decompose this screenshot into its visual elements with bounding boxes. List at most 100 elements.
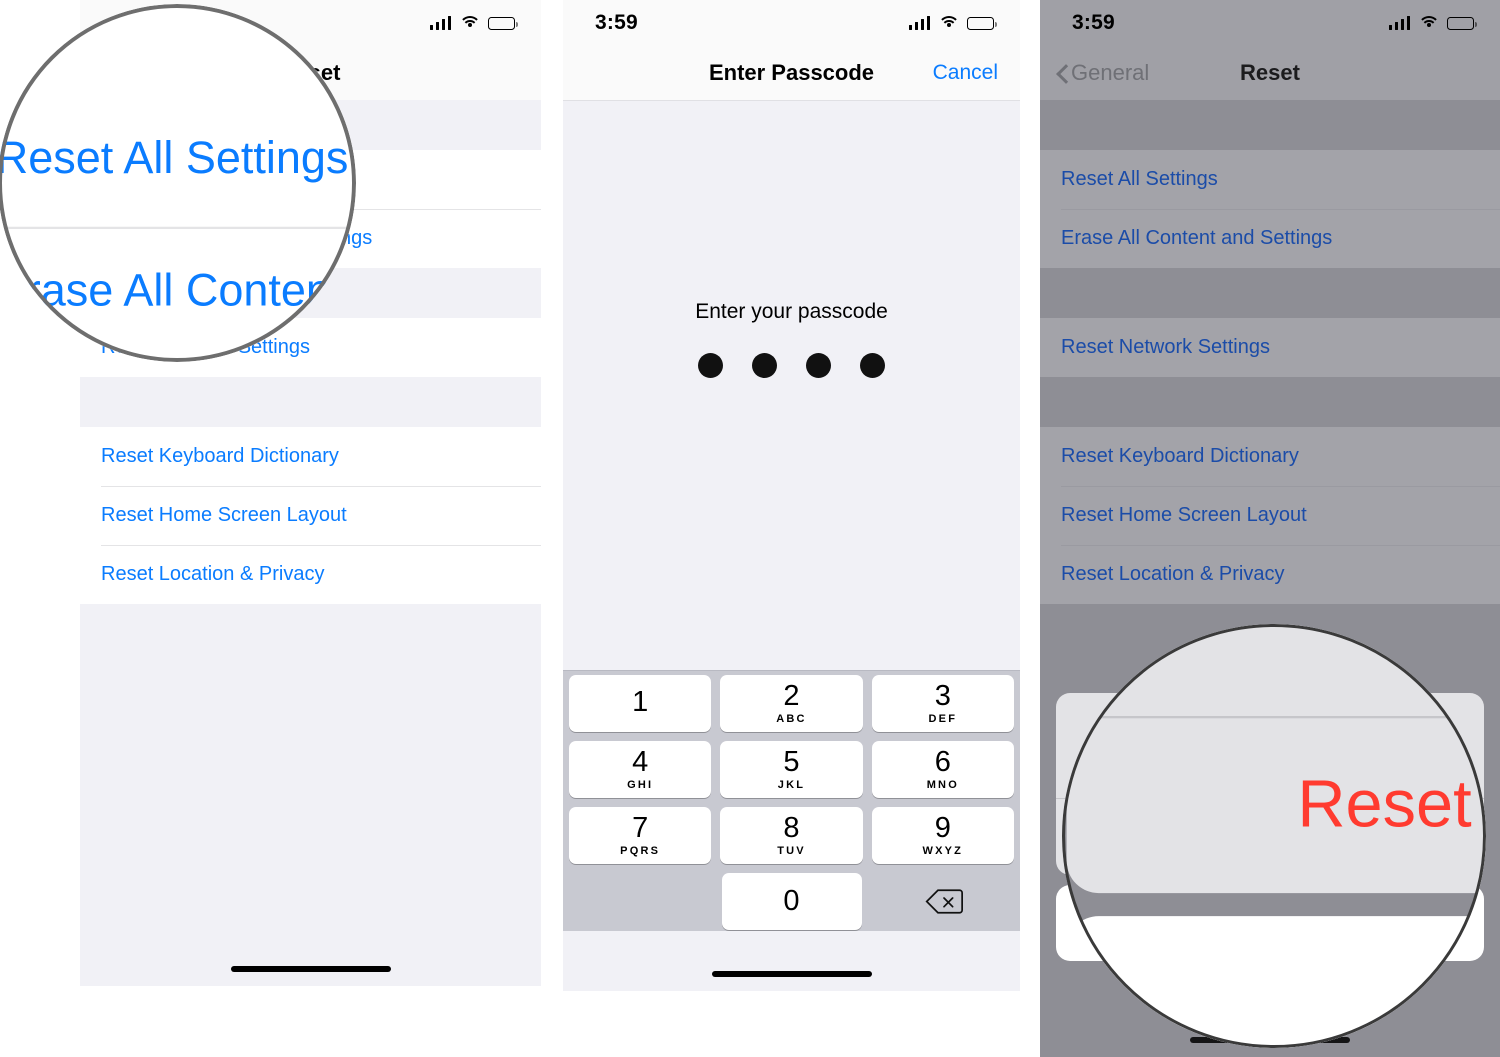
row-reset-all-settings[interactable]: Reset All Settings	[1040, 150, 1500, 209]
battery-icon	[488, 16, 518, 30]
back-label: General	[1071, 60, 1150, 85]
key-letters: WXYZ	[922, 845, 964, 857]
wifi-icon	[458, 16, 481, 30]
keypad-row: 0	[569, 873, 1014, 930]
numeric-keypad: 1 2 ABC 3 DEF 4 GHI 5 JKL 6 MNO 7 PQRS 8…	[563, 670, 1020, 931]
key-7[interactable]: 7 PQRS	[569, 807, 712, 864]
key-letters: JKL	[777, 779, 806, 791]
keypad-row: 1 2 ABC 3 DEF	[569, 675, 1014, 732]
list-group-3: Reset Keyboard Dictionary Reset Home Scr…	[80, 427, 541, 604]
row-reset-all-settings[interactable]: Reset All Settings	[0, 94, 356, 227]
status-icons	[429, 16, 518, 30]
status-time: 3:59	[1072, 11, 1115, 34]
key-letters: MNO	[926, 779, 959, 791]
list-gap	[1040, 268, 1500, 318]
row-erase-all-content[interactable]: Erase All Content and Settings	[0, 226, 356, 360]
list-group-1: Reset All Settings Erase All Content and…	[1040, 150, 1500, 268]
magnifier-lens-content: 3:59 General Reset Reset All Settings Er…	[1062, 624, 1486, 1048]
key-3[interactable]: 3 DEF	[871, 675, 1014, 732]
wifi-icon	[937, 16, 960, 30]
passcode-dot	[698, 353, 723, 378]
key-number: 0	[783, 885, 800, 917]
row-reset-home-screen-layout[interactable]: Reset Home Screen Layout	[80, 486, 541, 545]
cellular-signal-icon	[1388, 16, 1410, 30]
passcode-dots	[563, 353, 1020, 378]
key-number: 5	[783, 746, 800, 778]
reset-all-settings-destructive-button[interactable]: Reset All Settings	[1067, 718, 1486, 893]
wifi-icon	[1417, 16, 1440, 30]
passcode-prompt: Enter your passcode	[695, 300, 888, 323]
cellular-signal-icon	[908, 16, 930, 30]
page-title: Reset	[1240, 60, 1300, 85]
battery-icon	[1447, 16, 1477, 30]
status-icons	[1388, 16, 1477, 30]
key-2[interactable]: 2 ABC	[720, 675, 863, 732]
cancel-button[interactable]: Cancel	[1066, 916, 1486, 1048]
passcode-entry-area: Enter your passcode	[563, 101, 1020, 730]
key-number: 4	[632, 746, 649, 778]
key-number: 1	[632, 686, 649, 718]
magnifier-bottom-right: 3:59 General Reset Reset All Settings Er…	[1062, 624, 1486, 1048]
action-sheet: This will reset all settings and your Ap…	[1066, 624, 1486, 1048]
page-title: Enter Passcode	[708, 60, 875, 85]
list-gap	[80, 377, 541, 427]
row-reset-keyboard-dictionary[interactable]: Reset Keyboard Dictionary	[1040, 427, 1500, 486]
key-1[interactable]: 1	[569, 675, 712, 732]
key-8[interactable]: 8 TUV	[720, 807, 863, 864]
chevron-left-icon	[1056, 64, 1067, 82]
screenshot-canvas: General Reset Reset All Settings Erase A…	[0, 0, 1500, 1057]
list-gap	[0, 4, 356, 94]
list-gap	[1040, 377, 1500, 427]
action-sheet-message: This will reset all settings and your Ap…	[1067, 624, 1486, 716]
row-reset-location-privacy[interactable]: Reset Location & Privacy	[80, 545, 541, 604]
battery-icon	[967, 16, 997, 30]
row-reset-keyboard-dictionary[interactable]: Reset Keyboard Dictionary	[80, 427, 541, 486]
key-number: 2	[783, 680, 800, 712]
key-4[interactable]: 4 GHI	[569, 741, 712, 798]
row-reset-network-settings[interactable]: Reset Network Settings	[1040, 318, 1500, 377]
nav-bar: General Reset	[1040, 46, 1500, 100]
key-5[interactable]: 5 JKL	[720, 741, 863, 798]
list-group-3: Reset Keyboard Dictionary Reset Home Scr…	[1040, 427, 1500, 604]
status-bar: 3:59	[563, 0, 1020, 46]
passcode-dot	[752, 353, 777, 378]
row-reset-location-privacy[interactable]: Reset Location & Privacy	[1040, 545, 1500, 604]
magnifier-top-left: General Reset Reset All Settings Erase A…	[0, 4, 356, 362]
list-gap	[0, 360, 356, 363]
key-number: 3	[934, 680, 951, 712]
key-letters: ABC	[776, 713, 807, 725]
row-erase-all-content[interactable]: Erase All Content and Settings	[1040, 209, 1500, 268]
key-0[interactable]: 0	[721, 873, 862, 930]
keypad-row: 7 PQRS 8 TUV 9 WXYZ	[569, 807, 1014, 864]
passcode-dot	[806, 353, 831, 378]
status-time: 3:59	[595, 11, 638, 34]
cellular-signal-icon	[429, 16, 451, 30]
status-bar: 3:59	[1040, 0, 1500, 46]
key-number: 8	[783, 812, 800, 844]
phone-panel-enter-passcode: 3:59 Enter Passcode Cancel Enter your pa…	[563, 0, 1020, 991]
key-letters: PQRS	[620, 845, 661, 857]
list-group-2: Reset Network Settings	[1040, 318, 1500, 377]
key-number: 7	[632, 812, 649, 844]
row-reset-home-screen-layout[interactable]: Reset Home Screen Layout	[1040, 486, 1500, 545]
magnifier-lens-content: General Reset Reset All Settings Erase A…	[0, 4, 356, 362]
key-number: 9	[934, 812, 951, 844]
backspace-delete-icon[interactable]	[874, 873, 1014, 930]
keypad-row: 4 GHI 5 JKL 6 MNO	[569, 741, 1014, 798]
action-sheet-block: This will reset all settings and your Ap…	[1066, 624, 1486, 894]
status-icons	[908, 16, 997, 30]
key-9[interactable]: 9 WXYZ	[871, 807, 1014, 864]
key-letters: DEF	[928, 713, 958, 725]
key-6[interactable]: 6 MNO	[871, 741, 1014, 798]
key-letters: GHI	[627, 779, 654, 791]
cancel-button[interactable]: Cancel	[933, 61, 998, 85]
nav-bar: Enter Passcode Cancel	[563, 46, 1020, 101]
list-gap	[1040, 100, 1500, 150]
home-indicator[interactable]	[711, 971, 872, 977]
key-letters: TUV	[777, 845, 806, 857]
list-group-1: Reset All Settings Erase All Content and…	[0, 94, 356, 360]
home-indicator[interactable]	[230, 966, 391, 972]
passcode-dot	[860, 353, 885, 378]
key-number: 6	[934, 746, 951, 778]
back-button-general[interactable]: General	[1056, 60, 1149, 86]
